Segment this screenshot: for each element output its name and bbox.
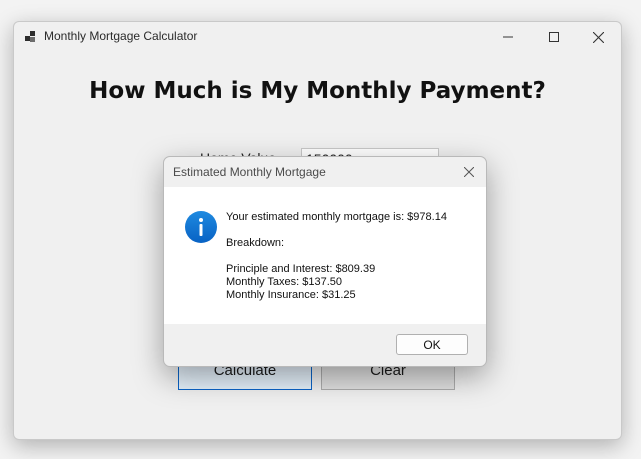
minimize-button[interactable] <box>485 22 531 52</box>
breakdown-heading: Breakdown: <box>226 237 285 249</box>
dialog-titlebar[interactable]: Estimated Monthly Mortgage <box>164 157 486 187</box>
close-icon <box>464 167 474 177</box>
close-button[interactable] <box>575 22 621 52</box>
ok-button[interactable]: OK <box>396 334 468 355</box>
principal-interest-text: Principle and Interest: $809.39 <box>226 263 376 275</box>
dialog-body: Your estimated monthly mortgage is: $978… <box>164 187 486 324</box>
info-icon <box>185 211 217 243</box>
app-grid-icon <box>25 31 35 42</box>
window-title: Monthly Mortgage Calculator <box>44 29 198 43</box>
dialog-title: Estimated Monthly Mortgage <box>173 165 326 179</box>
dialog-close-button[interactable] <box>452 157 486 187</box>
maximize-icon <box>549 32 559 42</box>
minimize-icon <box>503 36 513 38</box>
estimate-text: Your estimated monthly mortgage is: $978… <box>226 211 447 223</box>
message-dialog: Estimated Monthly Mortgage Your estimate… <box>163 156 487 367</box>
monthly-insurance-text: Monthly Insurance: $31.25 <box>226 289 356 301</box>
monthly-taxes-text: Monthly Taxes: $137.50 <box>226 276 342 288</box>
window-titlebar[interactable]: Monthly Mortgage Calculator <box>14 22 621 52</box>
maximize-button[interactable] <box>531 22 577 52</box>
page-heading: How Much is My Monthly Payment? <box>89 78 546 104</box>
close-icon <box>592 31 604 43</box>
